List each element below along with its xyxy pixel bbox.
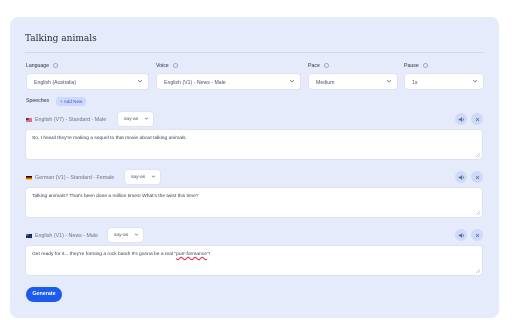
speaker-icon	[458, 116, 464, 122]
chevron-down-icon	[144, 117, 149, 120]
resize-handle-icon[interactable]	[476, 269, 480, 273]
misspelled-word: purr-formance	[176, 252, 207, 257]
language-value: English (Australia)	[34, 80, 77, 86]
close-icon	[475, 175, 479, 179]
say-as-value: say-as	[114, 233, 129, 238]
voice-label: Voice	[156, 63, 178, 69]
chevron-down-icon	[137, 79, 143, 83]
say-as-value: say-as	[131, 175, 146, 180]
speaker-icon	[458, 174, 464, 180]
speech-text: So, I heard they're making a sequel to t…	[32, 136, 187, 141]
speeches-label: Speeches	[26, 98, 50, 104]
info-icon	[53, 63, 59, 68]
divider	[25, 52, 484, 53]
chevron-down-icon	[289, 79, 295, 83]
remove-speech-button[interactable]	[471, 113, 483, 125]
info-icon	[323, 63, 329, 68]
pause-label: Pause	[404, 63, 428, 69]
form-card: Talking animals Language Voice Pace Paus…	[10, 17, 499, 318]
language-select[interactable]: English (Australia)	[26, 73, 149, 90]
page-title: Talking animals	[25, 34, 97, 44]
flag-us-icon	[26, 118, 32, 122]
speech-text-input[interactable]: Talking animals? That's been done a mill…	[25, 187, 483, 218]
speaker-icon	[458, 232, 464, 238]
close-icon	[475, 117, 479, 121]
pace-label: Pace	[308, 63, 329, 69]
resize-handle-icon[interactable]	[476, 211, 480, 215]
speech-voice-name: English (V1) - News - Male	[35, 233, 98, 239]
remove-speech-button[interactable]	[471, 171, 483, 183]
preview-audio-button[interactable]	[455, 113, 467, 125]
info-icon	[422, 63, 428, 68]
say-as-value: say-as	[124, 117, 139, 122]
flag-au-icon	[26, 234, 32, 238]
close-icon	[475, 233, 479, 237]
say-as-select[interactable]: say-as	[124, 169, 161, 185]
speech-text-input[interactable]: Get ready for it... they're forming a ro…	[25, 245, 483, 276]
remove-speech-button[interactable]	[471, 229, 483, 241]
speech-voice-name: German (V1) - Standard - Female	[35, 175, 115, 181]
voice-select[interactable]: English (V1) - News - Male	[156, 73, 301, 90]
pause-select[interactable]: 1s	[404, 73, 484, 90]
add-new-button[interactable]: + Add New	[56, 97, 87, 106]
voice-value: English (V1) - News - Male	[164, 80, 226, 86]
pace-select[interactable]: Medium	[308, 73, 398, 90]
chevron-down-icon	[386, 79, 392, 83]
resize-handle-icon[interactable]	[476, 153, 480, 157]
language-label: Language	[26, 63, 59, 69]
chevron-down-icon	[134, 233, 139, 236]
speech-text-input[interactable]: So, I heard they're making a sequel to t…	[25, 129, 483, 160]
chevron-down-icon	[151, 175, 156, 178]
flag-de-icon	[26, 176, 32, 180]
pace-value: Medium	[316, 80, 335, 86]
info-icon	[172, 63, 178, 68]
preview-audio-button[interactable]	[455, 229, 467, 241]
say-as-select[interactable]: say-as	[117, 111, 154, 127]
generate-button[interactable]: Generate	[26, 287, 62, 302]
speech-text: Get ready for it... they're forming a ro…	[32, 252, 210, 257]
pause-value: 1s	[412, 80, 418, 86]
chevron-down-icon	[472, 79, 478, 83]
say-as-select[interactable]: say-as	[107, 227, 144, 243]
speech-voice-name: English (V7) - Standard - Male	[35, 117, 107, 123]
speech-text: Talking animals? That's been done a mill…	[32, 194, 199, 199]
preview-audio-button[interactable]	[455, 171, 467, 183]
